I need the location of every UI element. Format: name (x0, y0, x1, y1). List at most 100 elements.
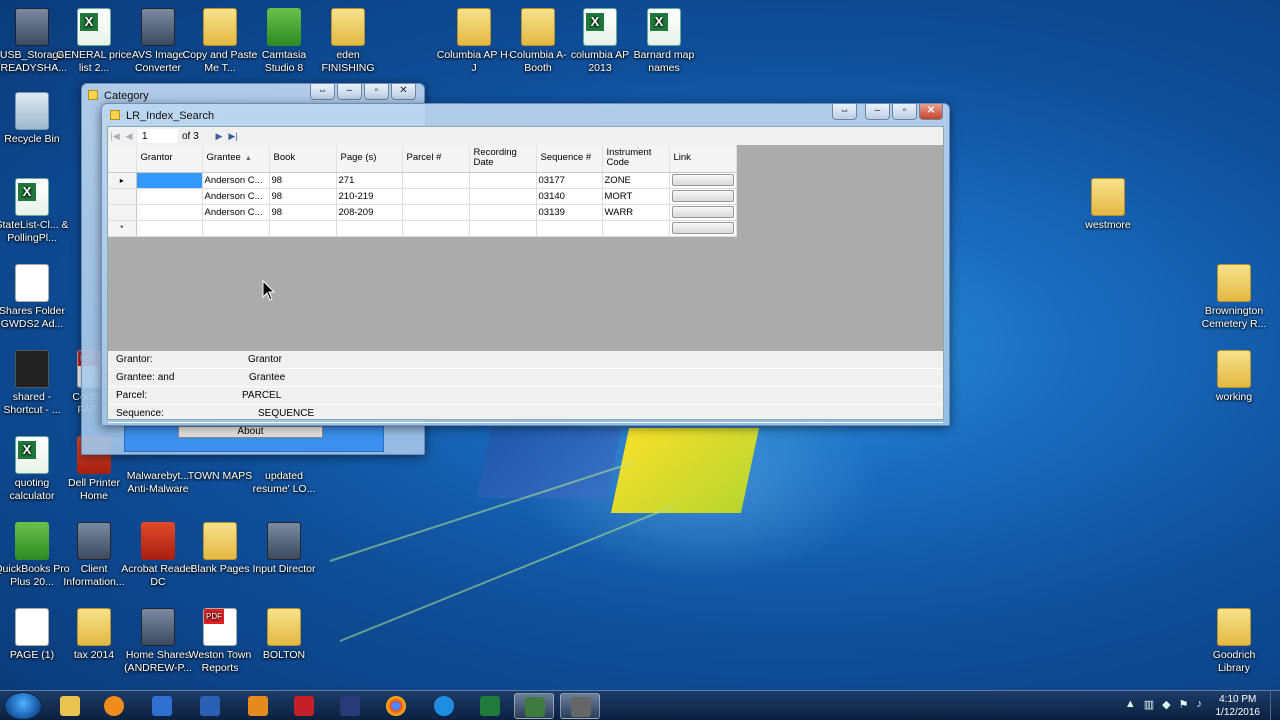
sequence-field[interactable]: SEQUENCE (258, 408, 314, 419)
move-previous-icon[interactable]: ◀ (122, 131, 136, 142)
chrome-icon[interactable] (376, 693, 416, 719)
cell-page[interactable]: 271 (336, 172, 403, 189)
column-header-parcel[interactable]: Parcel # (402, 145, 470, 173)
cell-parcel[interactable] (402, 204, 470, 221)
table-row[interactable]: Anderson C... 98 210-219 03140 MORT (108, 188, 737, 205)
cell-book[interactable]: 98 (269, 188, 337, 205)
visual-studio-icon[interactable] (330, 693, 370, 719)
cell-grantor[interactable] (136, 220, 203, 237)
security-icon[interactable]: ◆ (1162, 698, 1170, 711)
new-row[interactable]: * (108, 220, 737, 237)
table-row[interactable]: ▸ Anderson C... 98 271 03177 ZONE (108, 172, 737, 189)
cell-book[interactable]: 98 (269, 204, 337, 221)
cell-book[interactable] (269, 220, 337, 237)
column-header-link[interactable]: Link (669, 145, 737, 173)
brownington-icon[interactable]: Brownington Cemetery R... (1196, 264, 1272, 331)
westmore-icon[interactable]: westmore (1070, 178, 1146, 232)
link-button[interactable] (671, 190, 734, 202)
cell-instrument-code[interactable] (602, 220, 670, 237)
cell-book[interactable]: 98 (269, 172, 337, 189)
close-button[interactable]: ✕ (391, 84, 416, 100)
goodrich-library-icon[interactable]: Goodrich Library (1196, 608, 1272, 675)
move-first-icon[interactable]: |◀ (108, 131, 122, 142)
explorer-icon[interactable] (50, 693, 90, 719)
grantee-field[interactable]: Grantee (249, 372, 285, 383)
link-button[interactable] (671, 174, 734, 186)
minimize-button[interactable]: – (337, 84, 362, 100)
column-header-instrument-code[interactable]: Instrument Code (602, 145, 670, 173)
bolton-icon[interactable]: BOLTON (246, 608, 322, 662)
parcel-field[interactable]: PARCEL (242, 390, 281, 401)
cell-recording-date[interactable] (469, 188, 537, 205)
client-info-taskbar-icon[interactable] (560, 693, 600, 719)
media-player-icon[interactable] (94, 693, 134, 719)
clock[interactable]: 4:10 PM 1/12/2016 (1216, 691, 1261, 720)
column-header-sequence[interactable]: Sequence # (536, 145, 603, 173)
cell-instrument-code[interactable]: WARR (602, 204, 670, 221)
position-input[interactable] (138, 129, 178, 143)
table-row[interactable]: Anderson C... 98 208-209 03139 WARR (108, 204, 737, 221)
network-icon[interactable]: ▥ (1144, 698, 1154, 711)
shares-folder-icon[interactable]: Shares Folder GWDS2 Ad... (0, 264, 70, 331)
cell-parcel[interactable] (402, 172, 470, 189)
move-next-icon[interactable]: ▶ (212, 131, 226, 142)
barnard-map-names-icon[interactable]: Barnard map names (626, 8, 702, 75)
column-header-grantor[interactable]: Grantor (136, 145, 203, 173)
working-icon[interactable]: working (1196, 350, 1272, 404)
cell-sequence[interactable] (536, 220, 603, 237)
show-hidden-icons-icon[interactable]: ▲ (1125, 698, 1136, 711)
excel-icon[interactable] (470, 693, 510, 719)
start-button[interactable] (4, 692, 42, 720)
cell-grantee[interactable]: Anderson C... (202, 188, 270, 205)
cell-grantee[interactable]: Anderson C... (202, 172, 270, 189)
restore-tab-icon[interactable]: ⇔ (310, 84, 335, 100)
action-center-icon[interactable]: ⚑ (1179, 698, 1189, 711)
cell-recording-date[interactable] (469, 172, 537, 189)
link-button[interactable] (671, 206, 734, 218)
show-desktop-button[interactable] (1270, 691, 1280, 720)
cell-parcel[interactable] (402, 220, 470, 237)
eden-finishing-icon[interactable]: eden FINISHING (310, 8, 386, 75)
maximize-button[interactable]: ▫ (892, 104, 917, 120)
data-grid-view[interactable]: Grantor Grantee ▲ Book Page (s) Parcel # … (108, 145, 943, 351)
cell-grantor[interactable] (136, 188, 203, 205)
outlook-icon[interactable] (238, 693, 278, 719)
cell-grantor[interactable] (136, 204, 203, 221)
cell-instrument-code[interactable]: MORT (602, 188, 670, 205)
column-header-grantee[interactable]: Grantee ▲ (202, 145, 270, 173)
grantor-field[interactable]: Grantor (248, 354, 282, 365)
cell-sequence[interactable]: 03140 (536, 188, 603, 205)
autodesk-icon[interactable] (284, 693, 324, 719)
cell-page[interactable]: 210-219 (336, 188, 403, 205)
cell-grantor[interactable] (136, 172, 203, 189)
maximize-button[interactable]: ▫ (364, 84, 389, 100)
cell-sequence[interactable]: 03177 (536, 172, 603, 189)
about-button[interactable]: About (178, 426, 323, 438)
input-director-icon[interactable]: Input Director (246, 522, 322, 576)
cell-page[interactable] (336, 220, 403, 237)
close-button[interactable]: ✕ (919, 104, 943, 120)
cell-grantee[interactable]: Anderson C... (202, 204, 270, 221)
internet-explorer-icon[interactable] (424, 693, 464, 719)
column-header-page[interactable]: Page (s) (336, 145, 403, 173)
cell-sequence[interactable]: 03139 (536, 204, 603, 221)
cell-page[interactable]: 208-209 (336, 204, 403, 221)
move-last-icon[interactable]: ▶| (226, 131, 240, 142)
volume-icon[interactable]: ♪ (1197, 698, 1203, 711)
statelist-icon[interactable]: StateList-Cl... & PollingPl... (0, 178, 70, 245)
cell-recording-date[interactable] (469, 204, 537, 221)
word-icon[interactable] (190, 693, 230, 719)
cell-recording-date[interactable] (469, 220, 537, 237)
updated-resume-icon[interactable]: updated resume' LO... (246, 470, 322, 496)
restore-tab-icon[interactable]: ⇔ (832, 104, 857, 120)
cell-parcel[interactable] (402, 188, 470, 205)
cell-instrument-code[interactable]: ZONE (602, 172, 670, 189)
camtasia-taskbar-icon[interactable] (514, 693, 554, 719)
gmail-icon[interactable] (142, 693, 182, 719)
minimize-button[interactable]: – (865, 104, 890, 120)
link-button[interactable] (671, 222, 734, 234)
cell-grantee[interactable] (202, 220, 270, 237)
recycle-bin-icon[interactable]: Recycle Bin (0, 92, 70, 146)
column-header-recording-date[interactable]: Recording Date (469, 145, 537, 173)
column-header-book[interactable]: Book (269, 145, 337, 173)
